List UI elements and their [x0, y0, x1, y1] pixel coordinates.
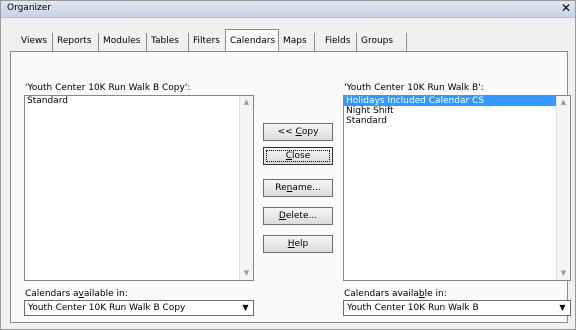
right-pane-label: 'Youth Center 10K Run Walk B':	[344, 83, 484, 93]
chevron-down-icon[interactable]: ▼	[556, 302, 569, 314]
tab-groups[interactable]: Groups	[357, 33, 407, 51]
tab-reports[interactable]: Reports	[53, 33, 99, 51]
calendar-list-item[interactable]: Standard	[25, 96, 253, 106]
right-scrollbar[interactable]: ▲ ▼	[556, 96, 570, 280]
tab-calendars[interactable]: Calendars	[225, 29, 279, 51]
scroll-up-icon[interactable]: ▲	[557, 96, 570, 109]
right-project-value: Youth Center 10K Run Walk B	[347, 303, 479, 313]
calendar-list-item[interactable]: Night Shift	[344, 106, 570, 116]
rename-button[interactable]: Rename...	[263, 179, 333, 197]
right-calendar-list[interactable]: Holidays Included Calendar CS Night Shift…	[343, 95, 571, 281]
scroll-up-icon[interactable]: ▲	[240, 96, 253, 109]
left-calendar-list[interactable]: Standard ▲ ▼	[24, 95, 254, 281]
close-button[interactable]: Close	[263, 147, 333, 165]
left-available-label: Calendars available in:	[25, 289, 128, 299]
scroll-down-icon[interactable]: ▼	[240, 267, 253, 280]
tab-fields[interactable]: Fields	[321, 33, 357, 51]
calendar-list-item[interactable]: Standard	[344, 116, 570, 126]
title-bar: Organizer ✕	[1, 1, 575, 18]
tab-filters[interactable]: Filters	[189, 33, 225, 51]
help-button[interactable]: Help	[263, 235, 333, 253]
left-project-value: Youth Center 10K Run Walk B Copy	[28, 303, 186, 313]
scroll-down-icon[interactable]: ▼	[557, 267, 570, 280]
right-available-label: Calendars available in:	[344, 289, 447, 299]
tab-views[interactable]: Views	[17, 33, 53, 51]
right-project-combo[interactable]: Youth Center 10K Run Walk B ▼	[343, 300, 571, 316]
calendar-list-item[interactable]: Holidays Included Calendar CS	[344, 96, 570, 106]
left-project-combo[interactable]: Youth Center 10K Run Walk B Copy ▼	[24, 300, 254, 316]
tab-modules[interactable]: Modules	[99, 33, 147, 51]
delete-button[interactable]: Delete...	[263, 207, 333, 225]
left-pane-label: 'Youth Center 10K Run Walk B Copy':	[25, 83, 191, 93]
window-title: Organizer	[7, 3, 52, 13]
chevron-down-icon[interactable]: ▼	[239, 302, 252, 314]
organizer-window: Organizer ✕ Views Reports Modules Tables…	[0, 0, 576, 330]
tab-maps[interactable]: Maps	[279, 33, 315, 51]
left-scrollbar[interactable]: ▲ ▼	[239, 96, 253, 280]
copy-button[interactable]: << Copy	[263, 123, 333, 141]
close-icon[interactable]: ✕	[561, 1, 571, 15]
tab-tables[interactable]: Tables	[147, 33, 189, 51]
